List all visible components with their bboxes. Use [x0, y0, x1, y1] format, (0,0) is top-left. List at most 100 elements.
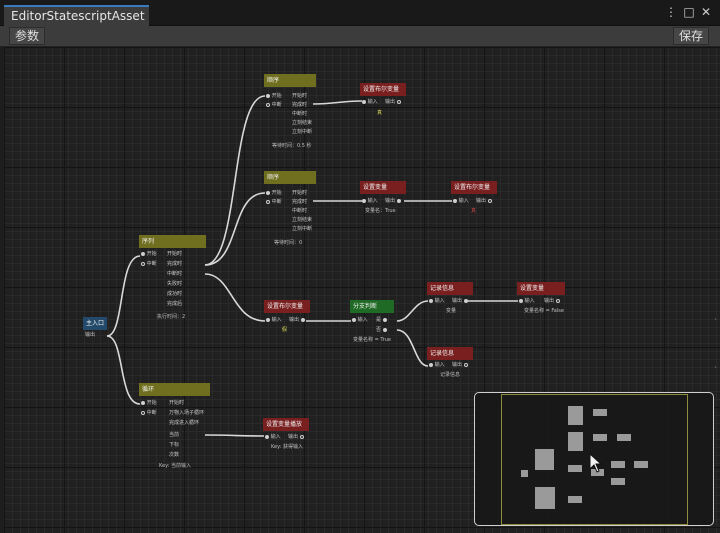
- out-label: 开始时: [167, 251, 183, 257]
- sequence-node-a[interactable]: 顺序 开始 中断 开始时 完成时 中断时 立刻结束 立刻中断 等待时间：0.5 …: [264, 74, 316, 149]
- out-label: 下标: [169, 442, 180, 448]
- out-port[interactable]: [463, 362, 468, 367]
- editor-window: EditorStatescriptAsset ⋮ □ ✕ 参数 保存 主入口 输…: [0, 0, 720, 533]
- in-port[interactable]: [266, 317, 270, 322]
- log-node[interactable]: 记录信息 输入 输出 变量: [427, 282, 473, 314]
- out-port[interactable]: [396, 198, 401, 203]
- set-bool-check-title: 设置布尔变量: [264, 300, 310, 313]
- out-label: 输出: [452, 362, 463, 368]
- in-port[interactable]: [453, 198, 457, 203]
- minimap-node: [568, 465, 582, 472]
- in-label: 开始: [146, 400, 157, 406]
- set-bool-node-top[interactable]: 设置布尔变量 输入 输出 真: [360, 83, 406, 116]
- in-label: 输入: [524, 298, 535, 304]
- set-variable-title: 设置变量: [360, 181, 406, 194]
- set-bool-node-mid[interactable]: 设置布尔变量 输入 输出 真: [451, 181, 497, 214]
- in-port[interactable]: [141, 251, 145, 256]
- out-port[interactable]: [396, 99, 401, 104]
- in-label: 输入: [367, 99, 378, 105]
- minimap-node: [568, 432, 583, 451]
- false-label: 否: [376, 327, 382, 333]
- false-port[interactable]: [382, 327, 387, 332]
- in-port[interactable]: [362, 198, 366, 203]
- out-label: 万物入场子循环: [169, 410, 205, 416]
- loop-node-title: 循环: [139, 383, 210, 396]
- in-label: 中断: [146, 261, 157, 267]
- out-label: 中断时: [292, 208, 308, 214]
- out-label: 立刻结束: [292, 217, 313, 223]
- out-port[interactable]: [555, 298, 560, 303]
- node-footer: 等待时间：0.5 秒: [272, 143, 312, 149]
- more-options-icon[interactable]: ⋮: [664, 5, 678, 19]
- set-bool-node-check[interactable]: 设置布尔变量 输入 输出 假: [264, 300, 310, 333]
- set-variable-play-node[interactable]: 设置变量播放 输入 输出 Key: 获得输入: [263, 418, 309, 450]
- node-footer: 记录信息: [440, 372, 461, 378]
- in-port[interactable]: [141, 410, 145, 415]
- save-button[interactable]: 保存: [673, 27, 710, 45]
- in-label: 输入: [271, 317, 282, 323]
- in-port[interactable]: [352, 317, 356, 322]
- log-node-2[interactable]: 记录信息 输入 输出 记录信息: [427, 347, 473, 378]
- true-port[interactable]: [382, 317, 387, 322]
- node-footer: 变量名称 = False: [524, 308, 564, 314]
- node-footer: Key: 获得输入: [271, 444, 303, 450]
- in-label: 输入: [434, 362, 445, 368]
- in-port[interactable]: [141, 400, 145, 405]
- loop-node[interactable]: 循环 开始 中断 开始时 万物入场子循环 完成进入循环 当前 下标 次数 Key…: [139, 383, 210, 469]
- set-variable-node-2[interactable]: 设置变量 输入 输出 变量名称 = False: [517, 282, 565, 314]
- branch-node[interactable]: 分支判断 输入 是 否 变量名称 = True: [350, 300, 394, 343]
- entry-node[interactable]: 主入口 输出: [83, 317, 107, 338]
- out-label: 立刻中断: [292, 226, 313, 232]
- in-port[interactable]: [429, 298, 433, 303]
- minimap-node: [568, 496, 582, 503]
- node-footer: 变量名：True: [365, 208, 396, 214]
- edge-mark: `: [714, 366, 718, 375]
- out-label: 立刻中断: [292, 129, 313, 135]
- tab-bar: EditorStatescriptAsset ⋮ □ ✕: [0, 0, 720, 26]
- minimap-node: [611, 461, 625, 468]
- out-label: 完成进入循环: [169, 420, 200, 426]
- in-port[interactable]: [266, 190, 270, 195]
- tab-editor-statescript-asset[interactable]: EditorStatescriptAsset: [4, 5, 149, 26]
- out-port[interactable]: [487, 198, 492, 203]
- minimap-node: [617, 434, 631, 441]
- out-port[interactable]: [299, 434, 304, 439]
- params-button[interactable]: 参数: [9, 27, 46, 45]
- sequence-node-title: 序列: [139, 235, 206, 248]
- out-label: 输出: [452, 298, 463, 304]
- set-bool-top-title: 设置布尔变量: [360, 83, 406, 96]
- in-port[interactable]: [141, 261, 145, 266]
- out-label: 完成后: [167, 301, 183, 307]
- in-label: 输入: [434, 298, 445, 304]
- out-port[interactable]: [463, 298, 468, 303]
- in-label: 中断: [146, 410, 157, 416]
- node-footer: 等待时间：0: [274, 240, 303, 246]
- out-label: 开始时: [169, 400, 185, 406]
- in-label: 输入: [357, 317, 368, 323]
- out-label: 输出: [288, 434, 299, 440]
- maximize-icon[interactable]: □: [682, 5, 696, 19]
- out-label: 次数: [169, 452, 180, 458]
- in-port[interactable]: [429, 362, 433, 367]
- branch-node-title: 分支判断: [350, 300, 394, 313]
- in-port[interactable]: [519, 298, 523, 303]
- in-port[interactable]: [266, 199, 270, 204]
- sequence-node[interactable]: 序列 开始 中断 开始时 完成时 中断时 失败时 成功时 完成后 执行时间：2: [139, 235, 206, 320]
- in-port[interactable]: [266, 102, 270, 107]
- in-port[interactable]: [265, 434, 269, 439]
- in-label: 输入: [270, 434, 281, 440]
- set-variable-node[interactable]: 设置变量 输入 输出 变量名：True: [360, 181, 406, 214]
- out-label: 失败时: [167, 281, 183, 287]
- in-port[interactable]: [362, 99, 366, 104]
- out-label: 中断时: [167, 271, 183, 277]
- sequence-node-b[interactable]: 顺序 开始 中断 开始时 完成时 中断时 立刻结束 立刻中断 等待时间：0: [264, 171, 316, 246]
- node-footer: 真: [471, 208, 477, 214]
- out-label: 输出: [385, 99, 396, 105]
- in-port[interactable]: [266, 93, 270, 98]
- close-icon[interactable]: ✕: [699, 5, 713, 19]
- out-port[interactable]: [300, 317, 305, 322]
- sequence-b-title: 顺序: [264, 171, 316, 184]
- minimap-node: [521, 470, 528, 477]
- set-variable-play-title: 设置变量播放: [263, 418, 309, 431]
- out-label: 完成时: [167, 261, 183, 267]
